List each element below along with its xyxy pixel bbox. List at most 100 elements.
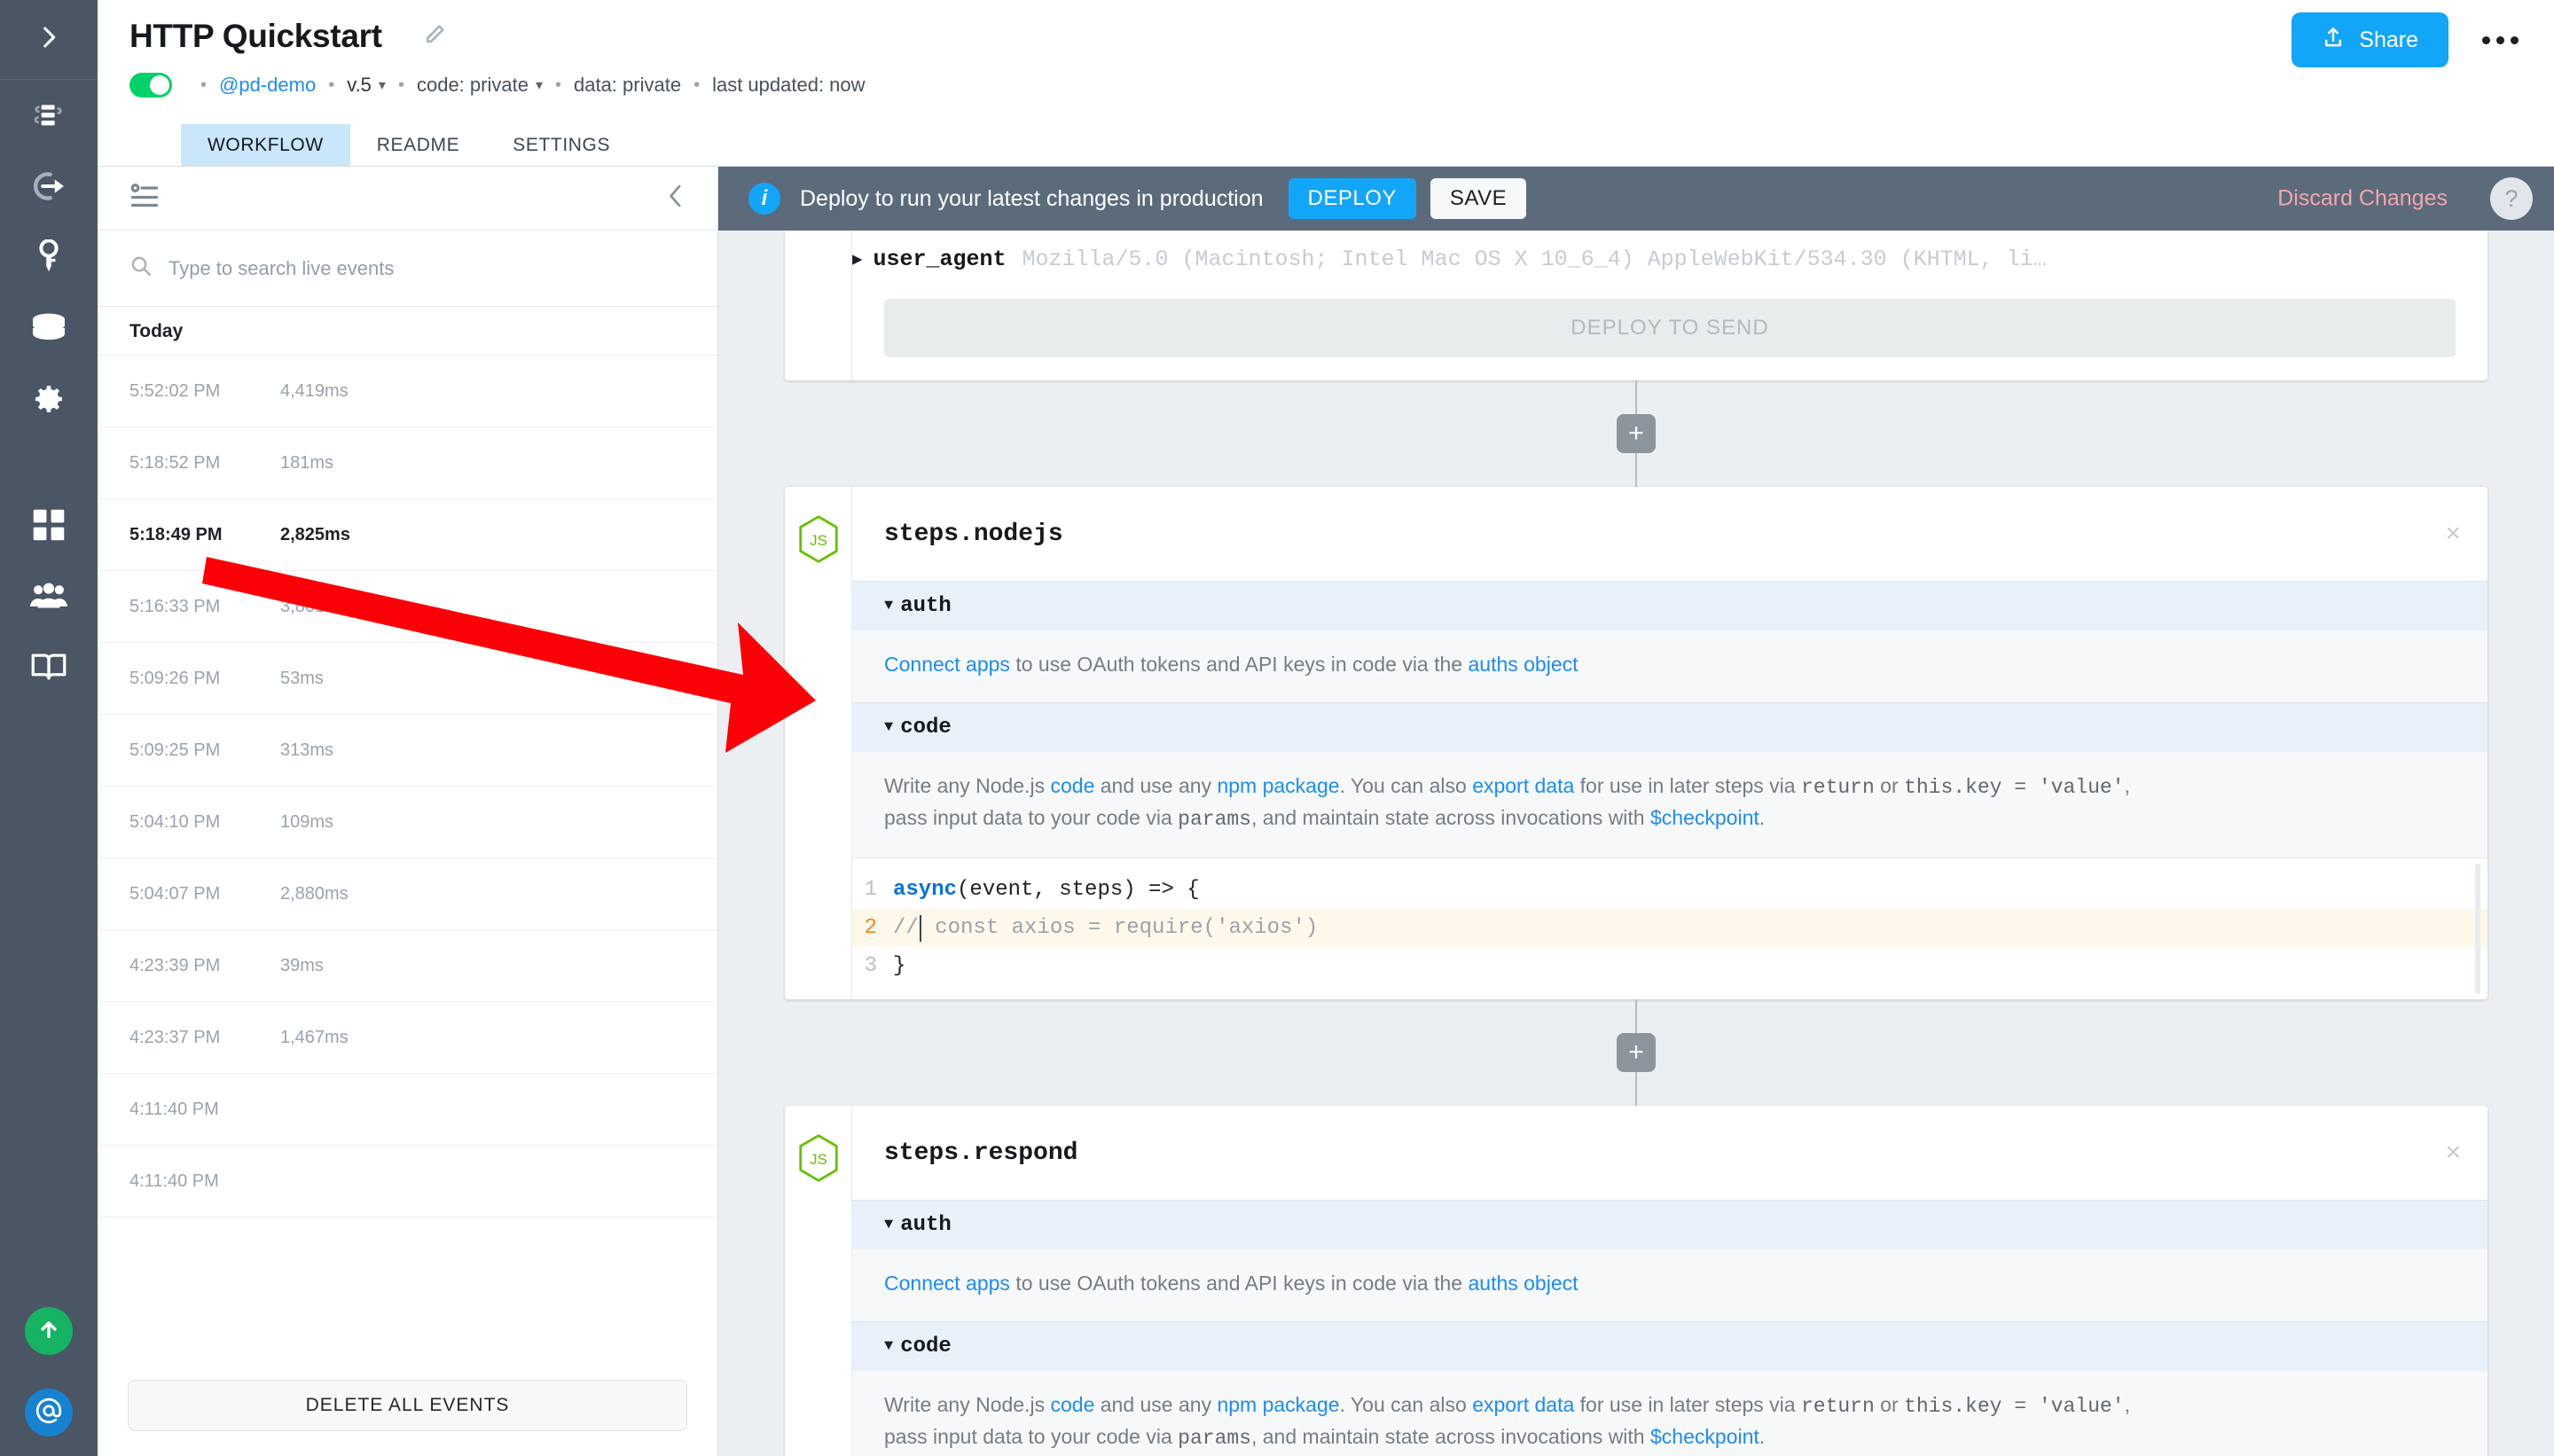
tab-readme[interactable]: README xyxy=(350,124,486,166)
kebab-dot xyxy=(2511,36,2519,44)
auth-section-body: Connect apps to use OAuth tokens and API… xyxy=(852,630,2487,702)
code-line[interactable]: 1 async (event, steps) => { xyxy=(852,871,2487,909)
data-visibility-label: data: private xyxy=(574,74,681,97)
code-link[interactable]: code xyxy=(1050,774,1094,797)
code-section-body: Write any Node.js code and use any npm p… xyxy=(852,752,2487,857)
add-step-button[interactable]: + xyxy=(1617,1033,1656,1072)
upgrade-button[interactable] xyxy=(25,1307,73,1355)
npm-package-link[interactable]: npm package xyxy=(1217,1393,1339,1416)
save-button[interactable]: SAVE xyxy=(1430,178,1526,219)
sidebar-item-data-stores[interactable] xyxy=(0,293,98,364)
event-time: 5:18:52 PM xyxy=(129,453,280,474)
user-agent-row[interactable]: ▶ user_agent Mozilla/5.0 (Macintosh; Int… xyxy=(852,231,2487,288)
caret-down-icon: ▼ xyxy=(884,719,893,736)
step-header[interactable]: steps.nodejs × xyxy=(852,487,2487,581)
code-editor[interactable]: 1 async (event, steps) => { 2 // const a… xyxy=(852,857,2487,999)
list-item[interactable]: 5:09:26 PM53ms xyxy=(98,643,717,715)
share-button[interactable]: Share xyxy=(2292,12,2448,67)
npm-package-link[interactable]: npm package xyxy=(1217,774,1339,797)
connect-apps-link[interactable]: Connect apps xyxy=(884,1272,1010,1295)
code-desc-line-2: pass input data to your code via params,… xyxy=(884,1422,2456,1453)
editor-scrollbar[interactable] xyxy=(2475,864,2480,994)
version-label: v.5 xyxy=(347,74,372,97)
list-item[interactable]: 5:18:49 PM2,825ms xyxy=(98,499,717,571)
event-time: 4:11:40 PM xyxy=(129,1100,280,1120)
workflow-canvas[interactable]: ▶ user_agent Mozilla/5.0 (Macintosh; Int… xyxy=(718,231,2554,1456)
support-button[interactable] xyxy=(25,1389,73,1436)
code-visibility-selector[interactable]: code: private ▾ xyxy=(417,74,543,97)
close-icon[interactable]: × xyxy=(2445,521,2461,547)
event-duration: 53ms xyxy=(280,669,324,689)
list-item[interactable]: 4:11:40 PM xyxy=(98,1146,717,1217)
caret-down-icon: ▼ xyxy=(884,1338,893,1355)
deploy-to-send-button[interactable]: DEPLOY TO SEND xyxy=(884,299,2456,357)
sidebar-item-apps[interactable] xyxy=(0,489,98,560)
export-data-link[interactable]: export data xyxy=(1472,774,1574,797)
discard-changes-button[interactable]: Discard Changes xyxy=(2277,186,2448,212)
code-link[interactable]: code xyxy=(1050,1393,1094,1416)
list-item[interactable]: 4:23:39 PM39ms xyxy=(98,930,717,1002)
event-duration: 1,467ms xyxy=(280,1028,349,1048)
code-section-header[interactable]: ▼ code xyxy=(852,702,2487,752)
help-icon[interactable]: ? xyxy=(2490,177,2533,220)
more-options-button[interactable] xyxy=(2479,26,2522,55)
auth-section-header[interactable]: ▼ auth xyxy=(852,581,2487,630)
deploy-message: Deploy to run your latest changes in pro… xyxy=(800,186,1264,212)
tab-settings[interactable]: SETTINGS xyxy=(486,124,637,166)
event-time: 5:18:49 PM xyxy=(129,525,280,545)
checkpoint-link[interactable]: $checkpoint xyxy=(1650,806,1759,829)
events-footer: DELETE ALL EVENTS xyxy=(98,1360,717,1456)
t: , and maintain state across invocations … xyxy=(1251,806,1650,829)
line-number: 3 xyxy=(852,954,893,978)
workflow-enabled-toggle[interactable] xyxy=(129,73,172,98)
list-item[interactable]: 5:09:25 PM313ms xyxy=(98,715,717,787)
events-list[interactable]: 5:52:02 PM4,419ms 5:18:52 PM181ms 5:18:4… xyxy=(98,356,717,1360)
code-section-label: code xyxy=(900,716,952,740)
auths-object-link[interactable]: auths object xyxy=(1468,653,1578,676)
book-icon xyxy=(30,652,67,682)
code-line[interactable]: 3 } xyxy=(852,947,2487,985)
rail-expand-button[interactable] xyxy=(0,0,98,80)
event-duration: 4,419ms xyxy=(280,381,349,402)
auth-text: to use OAuth tokens and API keys in code… xyxy=(1010,653,1469,676)
sidebar-item-credentials[interactable] xyxy=(0,222,98,293)
sidebar-item-sources[interactable] xyxy=(0,151,98,222)
sidebar-item-settings[interactable] xyxy=(0,364,98,434)
workspace-owner-link[interactable]: @pd-demo xyxy=(219,74,316,97)
step-header[interactable]: steps.respond × xyxy=(852,1106,2487,1200)
code-line-active[interactable]: 2 // const axios = require('axios') xyxy=(852,909,2487,947)
connect-apps-link[interactable]: Connect apps xyxy=(884,653,1010,676)
checkpoint-link[interactable]: $checkpoint xyxy=(1650,1425,1759,1448)
sidebar-item-team[interactable] xyxy=(0,560,98,631)
nodejs-icon: JS xyxy=(785,1134,852,1182)
delete-all-events-button[interactable]: DELETE ALL EVENTS xyxy=(128,1380,687,1431)
list-item[interactable]: 5:04:07 PM2,880ms xyxy=(98,858,717,930)
version-selector[interactable]: v.5 ▾ xyxy=(347,74,386,97)
params-link[interactable]: params xyxy=(1178,1427,1251,1450)
list-item[interactable]: 5:18:52 PM181ms xyxy=(98,427,717,499)
code-section-header[interactable]: ▼ code xyxy=(852,1321,2487,1371)
list-item[interactable]: 5:04:10 PM109ms xyxy=(98,787,717,858)
t: Write any Node.js xyxy=(884,774,1050,797)
pencil-icon[interactable] xyxy=(423,23,446,51)
list-item[interactable]: 5:16:33 PM3,861ms xyxy=(98,571,717,643)
sidebar-item-docs[interactable] xyxy=(0,631,98,702)
list-item[interactable]: 4:23:37 PM1,467ms xyxy=(98,1002,717,1074)
search-input[interactable] xyxy=(168,257,686,280)
sidebar-item-workflows[interactable] xyxy=(0,80,98,151)
auth-section-header[interactable]: ▼ auth xyxy=(852,1200,2487,1249)
add-step-button[interactable]: + xyxy=(1617,414,1656,453)
event-time: 5:16:33 PM xyxy=(129,597,280,617)
params-link[interactable]: params xyxy=(1178,808,1251,831)
tab-workflow[interactable]: WORKFLOW xyxy=(181,124,350,166)
export-data-link[interactable]: export data xyxy=(1472,1393,1574,1416)
event-list-icon[interactable] xyxy=(129,183,160,214)
event-time: 5:04:10 PM xyxy=(129,812,280,833)
close-icon[interactable]: × xyxy=(2445,1139,2461,1166)
auths-object-link[interactable]: auths object xyxy=(1468,1272,1578,1295)
deploy-button[interactable]: DEPLOY xyxy=(1289,178,1416,219)
list-item[interactable]: 5:52:02 PM4,419ms xyxy=(98,356,717,427)
list-item[interactable]: 4:11:40 PM xyxy=(98,1074,717,1146)
collapse-panel-button[interactable] xyxy=(664,183,687,214)
chevron-right-icon xyxy=(34,22,64,57)
